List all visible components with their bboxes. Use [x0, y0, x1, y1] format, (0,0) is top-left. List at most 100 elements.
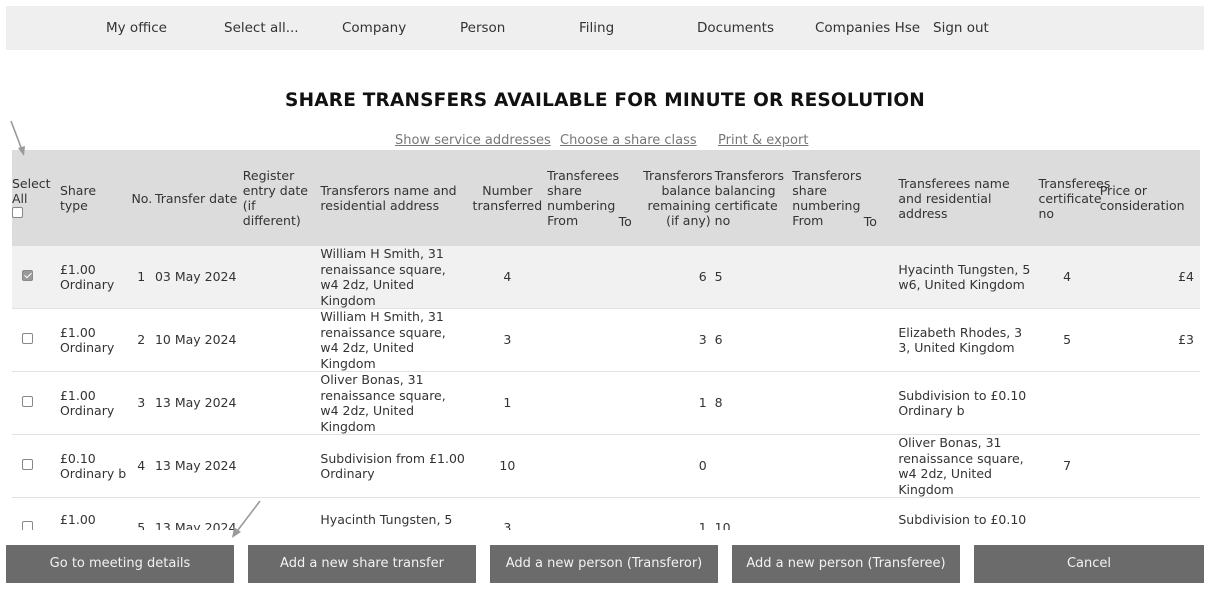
nav-company[interactable]: Company	[342, 6, 406, 50]
row-select-checkbox[interactable]	[22, 459, 33, 471]
header-no: No.	[131, 190, 153, 206]
table-row[interactable]: £1.00 Ordinary 3 13 May 2024 Oliver Bonas, …	[12, 372, 1200, 435]
cell-transfer-date: 03 May 2024	[154, 269, 237, 285]
cell-select	[12, 435, 58, 498]
cell-transfer-date: 13 May 2024	[154, 458, 237, 474]
go-to-meeting-details-button[interactable]: Go to meeting details	[6, 545, 234, 583]
cell-register-entry	[241, 435, 319, 498]
header-transferors-balance: Transferors balance remaining (if any)	[643, 168, 713, 228]
cell-transferees-from	[545, 498, 617, 531]
cell-balancing-certificate	[713, 435, 791, 498]
cell-balance-remaining: 0	[698, 458, 707, 474]
nav-filing[interactable]: Filing	[579, 6, 614, 50]
cell-select	[12, 498, 58, 530]
cell-transferees-certificate	[1036, 372, 1097, 435]
cell-transferee: Elizabeth Rhodes, 3 3, United Kingdom	[898, 324, 1023, 356]
cell-balance-remaining: 1	[698, 519, 707, 530]
row-select-checkbox[interactable]	[22, 333, 33, 345]
cell-no: 2	[137, 332, 146, 348]
page-title: SHARE TRANSFERS AVAILABLE FOR MINUTE OR …	[285, 90, 925, 111]
header-select-all-label: Select All	[12, 175, 51, 206]
header-price: Price or consideration	[1099, 183, 1185, 213]
header-share-type: Share type	[59, 183, 97, 213]
cell-transferees-certificate	[1036, 498, 1097, 531]
table-row[interactable]: £1.00 Ordinary513 May 2024Hyacinth Tungs…	[12, 498, 1200, 531]
cell-transferees-from	[545, 246, 617, 309]
nav-documents[interactable]: Documents	[697, 6, 774, 50]
cell-transferors-from	[790, 309, 862, 372]
cell-transferees-from	[545, 435, 617, 498]
cell-share-type: £1.00 Ordinary	[59, 324, 115, 356]
table-row[interactable]: £0.10 Ordinary b 4 13 May 2024 Subdivision …	[12, 435, 1200, 498]
header-transferors-numbering-from: Transferors share numbering From	[792, 168, 862, 228]
cell-share-type: £1.00 Ordinary	[59, 387, 115, 419]
header-transferees-certificate: Transferees certificate no	[1038, 175, 1111, 221]
cell-register-entry	[241, 372, 319, 435]
hint-arrow-meeting-details	[232, 500, 261, 538]
cell-transferees-certificate: 4	[1063, 269, 1072, 285]
cell-transferee: Subdivision to £0.10 Ordinary b	[898, 387, 1027, 419]
cell-transferors-from	[790, 498, 862, 531]
table-row[interactable]: £1.00 Ordinary 1 03 May 2024 William H Smit…	[12, 246, 1200, 309]
cell-select	[12, 372, 58, 435]
cancel-button[interactable]: Cancel	[974, 545, 1204, 583]
header-number-transferred: Number transferred	[472, 183, 543, 213]
cell-transferee: Subdivision to £0.10 Ordinary b	[898, 512, 1027, 530]
row-select-checkbox[interactable]	[22, 396, 33, 408]
cell-share-type: £1.00 Ordinary	[59, 261, 115, 293]
add-share-transfer-button[interactable]: Add a new share transfer	[248, 545, 476, 583]
cell-transferees-from	[545, 372, 617, 435]
cell-number-transferred: 1	[503, 395, 512, 411]
choose-share-class-link[interactable]: Choose a share class	[560, 133, 697, 148]
row-select-checkbox[interactable]	[22, 270, 33, 282]
nav-my-office[interactable]: My office	[106, 6, 167, 50]
nav-companies-house[interactable]: Companies Hse	[815, 6, 920, 50]
table-header-row: Select All Share type No. Transfer date …	[12, 150, 1200, 246]
cell-transferors-to	[862, 372, 889, 435]
cell-select	[12, 246, 58, 309]
header-transferees-name: Transferees name and residential address	[898, 175, 1010, 221]
nav-sign-out[interactable]: Sign out	[933, 6, 989, 50]
cell-no: 5	[137, 519, 146, 530]
cell-number-transferred: 10	[499, 458, 516, 474]
add-transferor-button[interactable]: Add a new person (Transferor)	[490, 545, 718, 583]
cell-transferees-certificate: 7	[1063, 458, 1072, 474]
header-to-2: To	[863, 214, 877, 229]
cell-transferors-from	[790, 372, 862, 435]
select-all-checkbox[interactable]	[12, 206, 23, 218]
cell-transferors-to	[862, 435, 889, 498]
row-select-checkbox[interactable]	[22, 520, 33, 530]
header-transferees-numbering-from: Transferees share numbering From	[547, 168, 620, 228]
cell-no: 3	[137, 395, 146, 411]
print-export-link[interactable]: Print & export	[718, 133, 808, 148]
header-to-1: To	[618, 214, 632, 229]
header-transferors-name: Transferors name and residential address	[320, 183, 457, 213]
cell-transferees-to	[617, 246, 642, 309]
cell-transferors-to	[862, 309, 889, 372]
cell-transferee: Oliver Bonas, 31 renaissance square, w4 …	[898, 435, 1024, 497]
cell-transferee: Hyacinth Tungsten, 5 w6, United Kingdom	[898, 261, 1031, 293]
cell-transferees-to	[617, 372, 642, 435]
nav-select-all[interactable]: Select all...	[224, 6, 299, 50]
header-balancing-certificate: Transferors balancing certificate no	[714, 168, 784, 228]
header-register-entry-date: Register entry date (if different)	[242, 168, 308, 228]
table-row[interactable]: £1.00 Ordinary 2 10 May 2024 William H Smit…	[12, 309, 1200, 372]
cell-no: 1	[137, 269, 146, 285]
cell-transferor: Subdivision from £1.00 Ordinary	[320, 450, 465, 482]
add-transferee-button[interactable]: Add a new person (Transferee)	[732, 545, 960, 583]
cell-transferor: William H Smith, 31 renaissance square, …	[320, 309, 446, 371]
cell-transfer-date: 13 May 2024	[154, 395, 237, 411]
nav-person[interactable]: Person	[460, 6, 505, 50]
cell-number-transferred: 3	[503, 519, 512, 530]
header-transfer-date: Transfer date	[154, 190, 238, 206]
cell-balancing-certificate: 10	[714, 519, 731, 530]
cell-transferors-to	[862, 498, 889, 531]
cell-transferor: Oliver Bonas, 31 renaissance square, w4 …	[320, 372, 446, 434]
cell-balance-remaining: 6	[698, 269, 707, 285]
show-service-addresses-link[interactable]: Show service addresses	[395, 133, 551, 148]
cell-price	[1098, 372, 1200, 435]
cell-transfer-date: 10 May 2024	[154, 332, 237, 348]
cell-transferees-from	[545, 309, 617, 372]
top-navigation: My office Select all... Company Person F…	[6, 6, 1204, 50]
cell-transferees-certificate: 5	[1063, 332, 1072, 348]
